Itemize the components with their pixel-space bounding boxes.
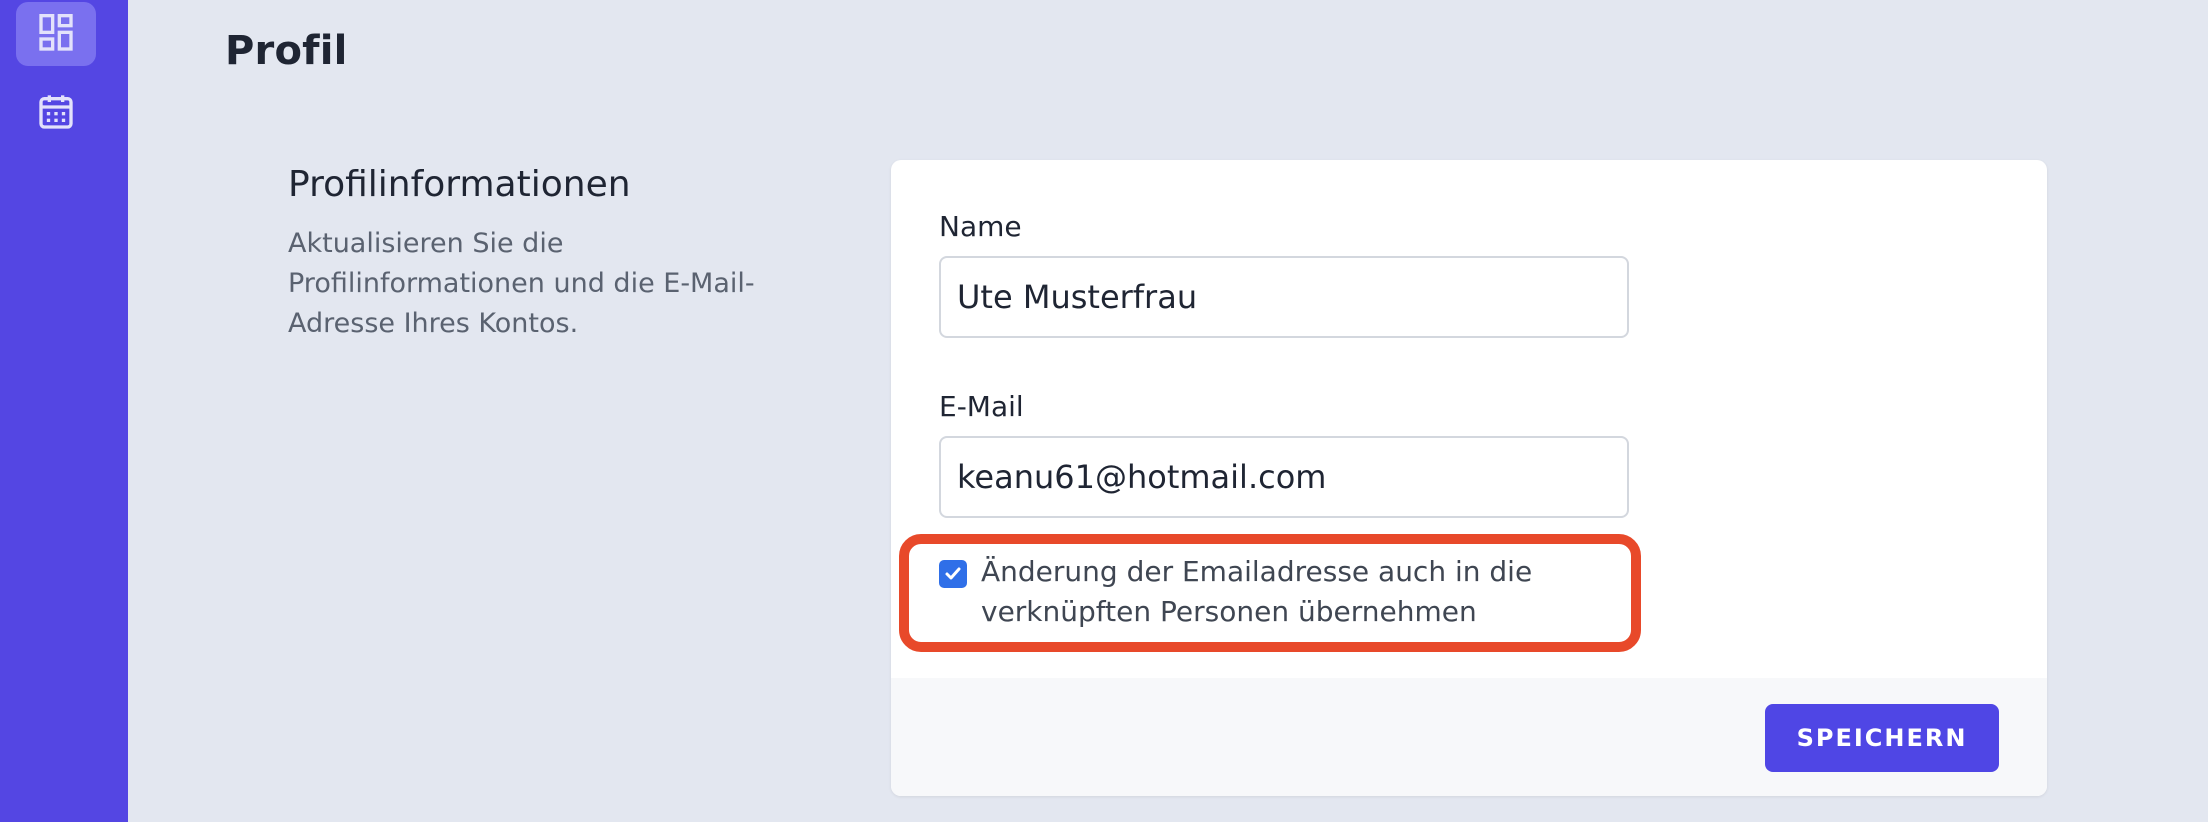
sidebar bbox=[0, 0, 128, 822]
email-field[interactable] bbox=[939, 436, 1629, 518]
calendar-icon bbox=[36, 92, 76, 132]
sidebar-item-calendar[interactable] bbox=[16, 80, 96, 144]
sidebar-item-dashboard[interactable] bbox=[16, 2, 96, 66]
checkmark-icon bbox=[945, 567, 961, 580]
name-field[interactable] bbox=[939, 256, 1629, 338]
profile-form-card: Name E-Mail Änderung der Emailadresse au… bbox=[891, 160, 2047, 796]
sync-email-checkbox-row[interactable]: Änderung der Emailadresse auch in die ve… bbox=[939, 552, 1619, 632]
page-title: Profil bbox=[225, 28, 348, 74]
save-button[interactable]: SPEICHERN bbox=[1765, 704, 1999, 772]
sync-email-checkbox[interactable] bbox=[939, 560, 967, 588]
section-heading: Profilinformationen bbox=[288, 164, 631, 205]
section-description: Aktualisieren Sie die Profilinformatione… bbox=[288, 228, 755, 339]
sync-email-checkbox-label: Änderung der Emailadresse auch in die ve… bbox=[981, 555, 1533, 628]
email-label: E-Mail bbox=[939, 390, 1024, 423]
dashboard-icon bbox=[36, 14, 76, 54]
name-label: Name bbox=[939, 210, 1022, 243]
